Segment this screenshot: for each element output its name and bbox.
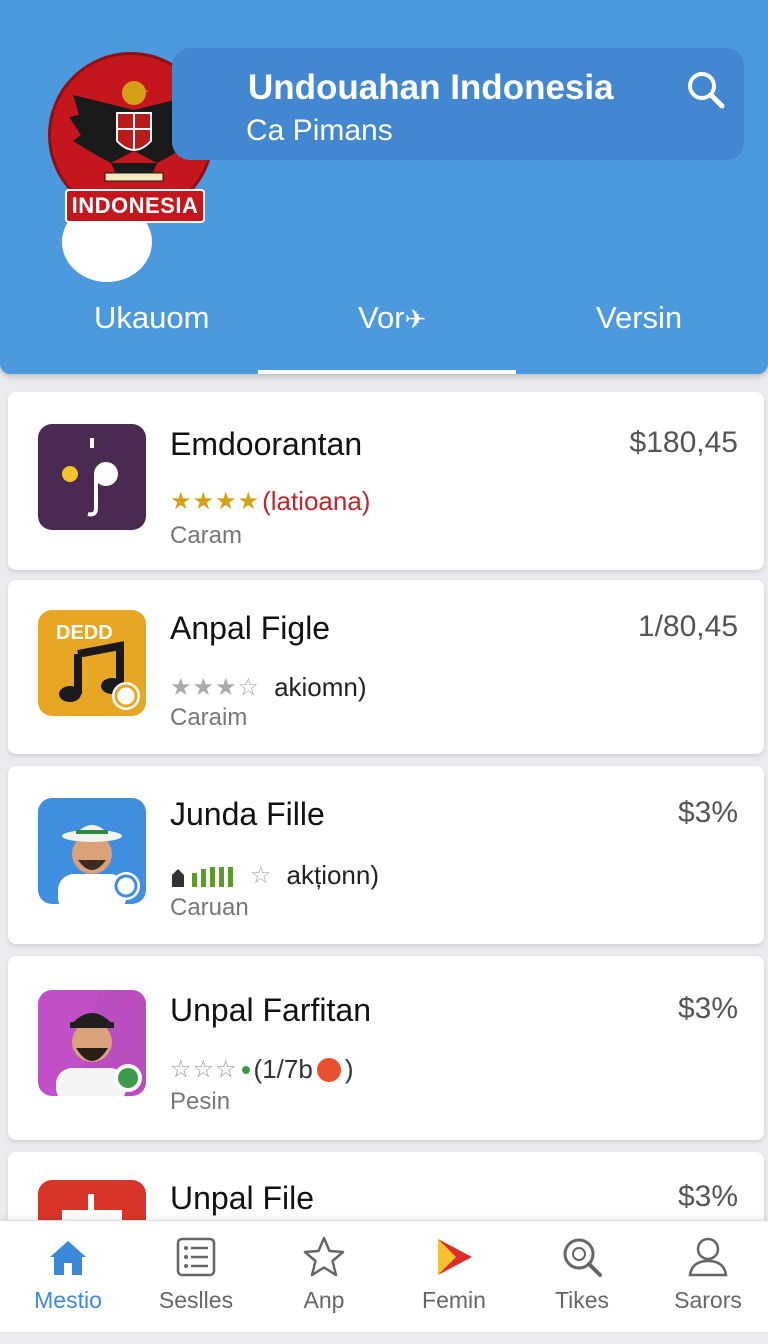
play-icon xyxy=(438,1239,472,1275)
nav-label: Mestio xyxy=(34,1287,102,1313)
rating-stars: ☆☆☆ xyxy=(170,1056,238,1083)
search-icon xyxy=(563,1238,602,1277)
rating-stars: ★★★☆ xyxy=(170,674,261,701)
nav-label: Sarors xyxy=(674,1287,742,1313)
app-price: $180,45 xyxy=(629,426,738,459)
tab-vor[interactable]: Vor✈ xyxy=(358,300,426,336)
home-icon xyxy=(50,1241,86,1275)
badge-icon xyxy=(316,1057,341,1082)
nav-label: Tikes xyxy=(554,1287,610,1313)
rating-stars: ★★★★ xyxy=(170,488,261,515)
app-name: Junda Fille xyxy=(170,796,325,832)
app-header: INDONESIA Undouahan Indonesia Ca Pimans … xyxy=(0,0,768,374)
man-cap-icon xyxy=(38,990,146,1096)
app-rating: ★★★★ (latioana) xyxy=(170,486,370,517)
tab-versin[interactable]: Versin xyxy=(596,300,682,336)
nav-sarors[interactable]: Sarors xyxy=(644,1221,768,1333)
deed-music-icon: DEDD xyxy=(38,610,146,716)
app-price: $3% xyxy=(677,796,738,829)
app-category: Caraim xyxy=(170,704,248,731)
tab-indicator xyxy=(258,370,516,374)
person-icon xyxy=(688,1237,728,1277)
app-category: Caram xyxy=(170,522,243,549)
tab-vor-label: Vor xyxy=(358,300,405,335)
list-item[interactable]: Emdoorantan $180,45 ★★★★ (latioana) Cara… xyxy=(8,392,764,570)
nav-label: Seslles xyxy=(158,1287,234,1313)
app-name: Emdoorantan xyxy=(170,426,363,462)
rating-text: akționn) xyxy=(286,860,380,890)
rating-text: (latioana) xyxy=(262,486,371,516)
nav-home[interactable]: Mestio xyxy=(4,1221,132,1333)
app-category: Pesin xyxy=(170,1088,231,1115)
man-hat-icon xyxy=(38,798,146,904)
signal-bars-icon xyxy=(170,863,246,889)
app-name: Unpal File xyxy=(170,1180,315,1216)
list-icon xyxy=(176,1237,216,1277)
music-note-dark-icon xyxy=(38,424,146,530)
star-icon xyxy=(303,1236,345,1277)
nav-seslles[interactable]: Seslles xyxy=(132,1221,260,1333)
page-subtitle: Ca Pimans xyxy=(246,114,393,147)
app-rating: ☆ akționn) xyxy=(170,860,379,891)
app-name: Anpal Figle xyxy=(170,610,331,646)
plane-icon: ✈ xyxy=(404,304,427,334)
list-item[interactable]: Unpal Farfitan $3% ☆☆☆ (1/7b ) Pesin xyxy=(8,956,764,1140)
rating-text-end: ) xyxy=(344,1054,354,1084)
app-category: Caruan xyxy=(170,894,249,921)
page-title: Undouahan Indonesia xyxy=(248,68,614,107)
app-price: 1/80,45 xyxy=(637,610,738,643)
nav-anp[interactable]: Anp xyxy=(260,1221,388,1333)
nav-label: Femin xyxy=(422,1287,486,1313)
app-rating: ☆☆☆ (1/7b ) xyxy=(170,1054,353,1085)
rating-stars: ☆ xyxy=(250,862,273,889)
bottom-nav: Mestio Seslles Anp Femin Tikes Sarors xyxy=(0,1220,768,1332)
tab-ukauom[interactable]: Ukauom xyxy=(94,300,209,336)
nav-label: Anp xyxy=(303,1287,345,1313)
dot-icon xyxy=(241,1065,250,1074)
app-price: $3% xyxy=(677,992,738,1025)
list-item[interactable]: DEDD Anpal Figle 1/80,45 ★★★☆ akiomn) Ca… xyxy=(8,580,764,754)
rating-text: akiomn) xyxy=(274,672,367,702)
rating-text: (1/7b xyxy=(253,1054,313,1084)
search-icon[interactable] xyxy=(684,68,728,112)
logo-banner: INDONESIA xyxy=(65,189,205,223)
list-item[interactable]: Junda Fille $3% ☆ akționn) Caruan xyxy=(8,766,764,944)
app-price: $3% xyxy=(677,1180,738,1213)
app-name: Unpal Farfitan xyxy=(170,992,371,1028)
nav-tikes[interactable]: Tikes xyxy=(518,1221,646,1333)
app-rating: ★★★☆ akiomn) xyxy=(170,672,367,703)
nav-femin[interactable]: Femin xyxy=(390,1221,518,1333)
